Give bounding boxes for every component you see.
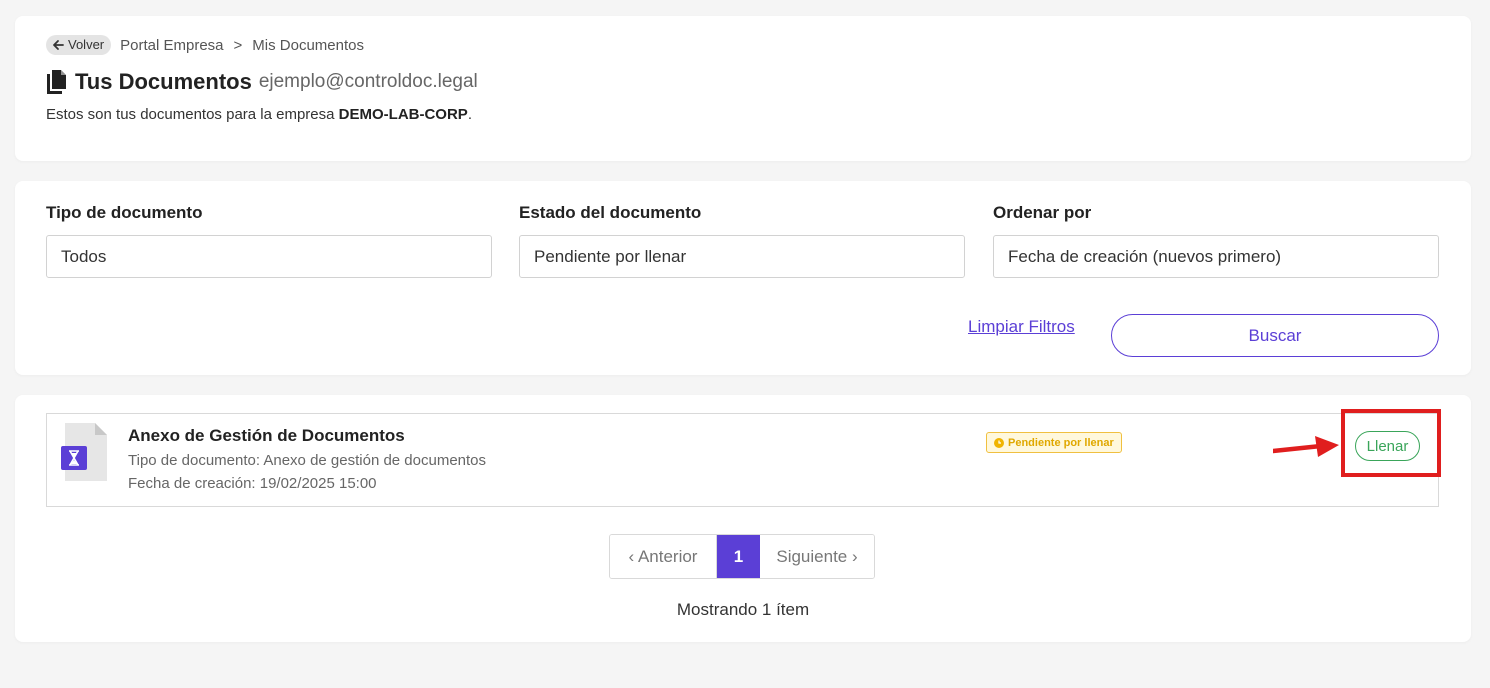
page-subtitle: Estos son tus documentos para la empresa… bbox=[46, 106, 472, 123]
file-hourglass-icon bbox=[61, 423, 107, 481]
clock-icon bbox=[994, 437, 1004, 448]
filter-doc-status-label: Estado del documento bbox=[519, 203, 702, 222]
pagination-next-button[interactable]: Siguiente › bbox=[760, 535, 874, 578]
doc-status-select[interactable]: Pendiente por llenar bbox=[519, 235, 965, 278]
user-email: ejemplo@controldoc.legal bbox=[258, 71, 478, 92]
red-arrow-annotation bbox=[1273, 436, 1339, 457]
breadcrumb: Volver Portal Empresa > Mis Documentos bbox=[46, 35, 364, 55]
filters-card: Tipo de documento Todos Estado del docum… bbox=[15, 181, 1471, 375]
order-by-select[interactable]: Fecha de creación (nuevos primero) bbox=[993, 235, 1439, 278]
back-button-label: Volver bbox=[68, 37, 105, 52]
company-name: DEMO-LAB-CORP bbox=[338, 106, 468, 123]
subtitle-text: Estos son tus documentos para la empresa bbox=[46, 106, 339, 123]
results-summary: Mostrando 1 ítem bbox=[676, 600, 810, 619]
filter-doc-type-label: Tipo de documento bbox=[46, 203, 203, 222]
page-title: Tus Documentos bbox=[75, 69, 252, 94]
filter-doc-type: Tipo de documento Todos bbox=[46, 203, 492, 278]
clear-filters-link[interactable]: Limpiar Filtros bbox=[968, 317, 1075, 337]
status-label: Pendiente por llenar bbox=[1008, 436, 1114, 449]
arrow-left-icon bbox=[53, 39, 64, 50]
document-date: Fecha de creación: 19/02/2025 15:00 bbox=[128, 475, 377, 492]
search-button[interactable]: Buscar bbox=[1111, 314, 1439, 357]
back-button[interactable]: Volver bbox=[46, 35, 112, 55]
pagination: ‹ Anterior 1 Siguiente › bbox=[609, 534, 875, 579]
doc-type-select[interactable]: Todos bbox=[46, 235, 492, 278]
fill-button[interactable]: Llenar bbox=[1355, 431, 1420, 461]
document-name: Anexo de Gestión de Documentos bbox=[128, 426, 405, 445]
pagination-page-1[interactable]: 1 bbox=[717, 535, 760, 578]
document-type: Tipo de documento: Anexo de gestión de d… bbox=[128, 452, 487, 469]
status-badge: Pendiente por llenar bbox=[986, 432, 1122, 453]
filter-order-by-label: Ordenar por bbox=[993, 203, 1092, 222]
results-card: Anexo de Gestión de Documentos Tipo de d… bbox=[15, 395, 1471, 642]
filter-order-by: Ordenar por Fecha de creación (nuevos pr… bbox=[993, 203, 1439, 278]
filter-doc-status: Estado del documento Pendiente por llena… bbox=[519, 203, 965, 278]
documents-icon bbox=[47, 70, 66, 94]
breadcrumb-item-portal[interactable]: Portal Empresa bbox=[120, 37, 223, 54]
header-card: Volver Portal Empresa > Mis Documentos T… bbox=[15, 16, 1471, 161]
breadcrumb-item-documents: Mis Documentos bbox=[252, 36, 364, 54]
pagination-prev-button[interactable]: ‹ Anterior bbox=[610, 535, 717, 578]
title-row: Tus Documentos ejemplo@controldoc.legal bbox=[46, 69, 478, 95]
document-row: Anexo de Gestión de Documentos Tipo de d… bbox=[46, 409, 1441, 507]
subtitle-suffix: . bbox=[467, 106, 472, 123]
breadcrumb-separator: > bbox=[233, 36, 243, 54]
